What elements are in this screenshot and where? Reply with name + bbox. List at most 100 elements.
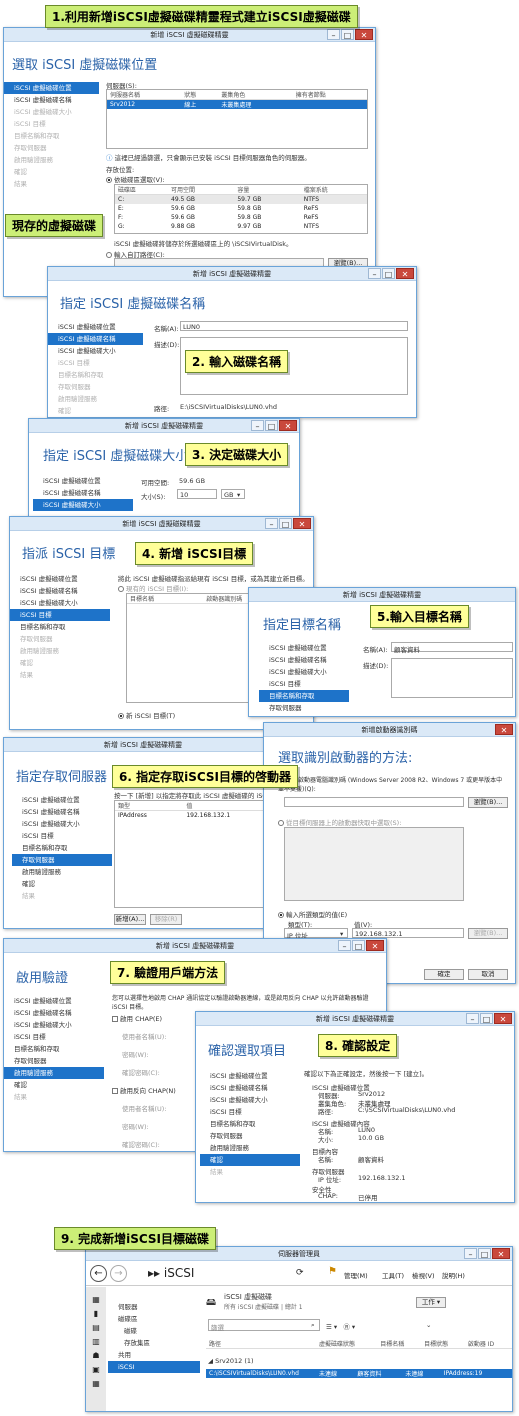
- col-header[interactable]: 啟動器 ID: [464, 1339, 512, 1349]
- browse-button[interactable]: 瀏覽(B)...: [468, 797, 508, 808]
- nav-item[interactable]: 磁碟區: [108, 1313, 200, 1325]
- chap-checkbox[interactable]: 啟用 CHAP(E): [112, 1013, 162, 1023]
- cache-list[interactable]: [284, 827, 464, 901]
- nav-item[interactable]: iSCSI 虛擬磁碟位置: [200, 1070, 300, 1082]
- nav-item[interactable]: 存放集區: [108, 1337, 200, 1349]
- nav-item[interactable]: 啟用驗證服務: [200, 1142, 300, 1154]
- nav-item[interactable]: iSCSI 虛擬磁碟名稱: [259, 654, 349, 666]
- nav-item[interactable]: iSCSI 目標: [4, 1031, 104, 1043]
- menu-manage[interactable]: 管理(M): [344, 1270, 368, 1280]
- col-header[interactable]: 容量: [234, 185, 301, 195]
- enter-value-radio[interactable]: 輸入所選類型的值(E): [278, 909, 347, 919]
- nav-item[interactable]: iSCSI 目標: [10, 609, 110, 621]
- nav-item[interactable]: iSCSI 目標: [12, 830, 112, 842]
- size-input[interactable]: 10: [177, 489, 217, 499]
- target-desc-input[interactable]: [391, 658, 513, 698]
- tasks-button[interactable]: 工作 ▾: [416, 1297, 446, 1308]
- close-button[interactable]: ✕: [293, 518, 311, 529]
- maximize-button[interactable]: □: [382, 268, 395, 279]
- cache-radio[interactable]: 從目標伺服器上的啟動器快取中選取(S):: [278, 817, 401, 827]
- nav-item[interactable]: 確認: [12, 878, 112, 890]
- nav-item[interactable]: iSCSI 虛擬磁碟大小: [48, 345, 143, 357]
- nav-item[interactable]: iSCSI 虛擬磁碟大小: [10, 597, 110, 609]
- flag-icon[interactable]: ⚑: [328, 1266, 337, 1277]
- new-target-radio[interactable]: 新 iSCSI 目標(T): [118, 710, 175, 720]
- nav-item[interactable]: 存取伺服器: [259, 702, 349, 714]
- maximize-button[interactable]: □: [265, 420, 278, 431]
- col-header[interactable]: 可用空間: [168, 185, 235, 195]
- servers-icon[interactable]: ▤: [86, 1321, 106, 1335]
- table-row[interactable]: E: 59.6 GB 59.8 GB ReFS: [115, 204, 367, 213]
- minimize-button[interactable]: –: [464, 1248, 477, 1259]
- expand-icon[interactable]: ⌄: [426, 1321, 431, 1329]
- close-button[interactable]: ✕: [366, 940, 384, 951]
- nav-item[interactable]: iSCSI: [108, 1361, 200, 1373]
- nav-item[interactable]: 共用: [108, 1349, 200, 1361]
- col-header[interactable]: 狀態: [181, 90, 219, 100]
- nav-item[interactable]: iSCSI 虛擬磁碟位置: [4, 82, 99, 94]
- remove-button[interactable]: 移除(R): [150, 914, 182, 925]
- table-row[interactable]: F: 59.6 GB 59.8 GB ReFS: [115, 213, 367, 222]
- query-input[interactable]: [284, 797, 464, 807]
- initiator-list[interactable]: 類型值 IPAddress 192.168.132.1: [114, 800, 282, 908]
- col-header[interactable]: 目標狀態: [421, 1339, 465, 1349]
- col-header[interactable]: 虛擬磁碟狀態: [316, 1339, 378, 1349]
- nav-item[interactable]: 存取伺服器: [4, 1055, 104, 1067]
- dashboard-icon[interactable]: ▦: [86, 1293, 106, 1307]
- nav-item[interactable]: iSCSI 虛擬磁碟位置: [10, 573, 110, 585]
- col-header[interactable]: 伺服器名稱: [107, 90, 182, 100]
- close-button[interactable]: ✕: [396, 268, 414, 279]
- col-header[interactable]: 擁有者節點: [292, 90, 367, 100]
- nav-item[interactable]: 磁碟: [108, 1325, 200, 1337]
- minimize-button[interactable]: –: [466, 1013, 479, 1024]
- nav-item[interactable]: iSCSI 虛擬磁碟名稱: [4, 94, 99, 106]
- close-button[interactable]: ✕: [492, 1248, 510, 1259]
- nav-item[interactable]: 目標名稱和存取: [12, 842, 112, 854]
- table-row[interactable]: IPAddress 192.168.132.1: [115, 811, 281, 820]
- nav-item[interactable]: 啟用驗證服務: [4, 1067, 104, 1079]
- existing-target-radio[interactable]: 現有的 iSCSI 目標(I):: [118, 583, 188, 593]
- ok-button[interactable]: 確定: [424, 969, 464, 980]
- files-icon[interactable]: ▣: [86, 1363, 106, 1377]
- query-radio[interactable]: 查詢啟動器電腦識別碼 (Windows Server 2008 R2、Windo…: [278, 775, 508, 793]
- col-header[interactable]: 檔案系統: [300, 185, 367, 195]
- nav-item[interactable]: 目標名稱和存取: [200, 1118, 300, 1130]
- maximize-button[interactable]: □: [279, 518, 292, 529]
- nav-item[interactable]: 目標名稱和存取: [259, 690, 349, 702]
- maximize-button[interactable]: □: [480, 1013, 493, 1024]
- reverse-chap-checkbox[interactable]: 啟用反向 CHAP(N): [112, 1085, 176, 1095]
- table-row[interactable]: C:\iSCSIVirtualDisks\LUN0.vhd 未連線 顧客資料 未連線 I…: [206, 1369, 512, 1378]
- nav-item[interactable]: iSCSI 虛擬磁碟位置: [259, 642, 349, 654]
- nav-item[interactable]: iSCSI 虛擬磁碟大小: [200, 1094, 300, 1106]
- minimize-button[interactable]: –: [251, 420, 264, 431]
- browse-button-2[interactable]: 瀏覽(B)...: [468, 928, 508, 939]
- value-input[interactable]: 192.168.132.1: [352, 928, 464, 938]
- col-header[interactable]: 磁碟區: [115, 185, 169, 195]
- nav-item[interactable]: iSCSI 虛擬磁碟名稱: [33, 487, 133, 499]
- forward-icon[interactable]: →: [110, 1265, 127, 1282]
- back-icon[interactable]: ←: [90, 1265, 107, 1282]
- target-name-input[interactable]: 顧客資料: [391, 642, 513, 654]
- storage-icon[interactable]: ▥: [86, 1335, 106, 1349]
- nav-item[interactable]: iSCSI 虛擬磁碟位置: [48, 321, 143, 333]
- minimize-button[interactable]: –: [368, 268, 381, 279]
- filter-options-icon[interactable]: ☰ ▾ Ⓡ ▾: [326, 1321, 355, 1331]
- nav-item[interactable]: 存取伺服器: [200, 1130, 300, 1142]
- col-header[interactable]: 叢集角色: [218, 90, 293, 100]
- maximize-button[interactable]: □: [478, 1248, 491, 1259]
- minimize-button[interactable]: –: [338, 940, 351, 951]
- name-input[interactable]: LUN0: [180, 321, 408, 331]
- nav-item[interactable]: 確認: [200, 1154, 300, 1166]
- nav-item[interactable]: iSCSI 虛擬磁碟名稱: [48, 333, 143, 345]
- role-icon[interactable]: ☗: [86, 1349, 106, 1363]
- unit-select[interactable]: GB ▾: [221, 489, 245, 499]
- table-row[interactable]: Srv2012 線上 未叢集處理: [107, 99, 367, 109]
- table-row[interactable]: C: 49.5 GB 59.7 GB NTFS: [115, 194, 367, 204]
- nav-item[interactable]: 目標名稱和存取: [4, 1043, 104, 1055]
- maximize-button[interactable]: □: [341, 29, 354, 40]
- type-select[interactable]: IP 位址 ▾: [284, 928, 348, 940]
- nav-item[interactable]: iSCSI 目標: [259, 678, 349, 690]
- close-button[interactable]: ✕: [355, 29, 373, 40]
- close-button[interactable]: ✕: [495, 724, 513, 735]
- table-row[interactable]: G: 9.88 GB 9.97 GB NTFS: [115, 222, 367, 231]
